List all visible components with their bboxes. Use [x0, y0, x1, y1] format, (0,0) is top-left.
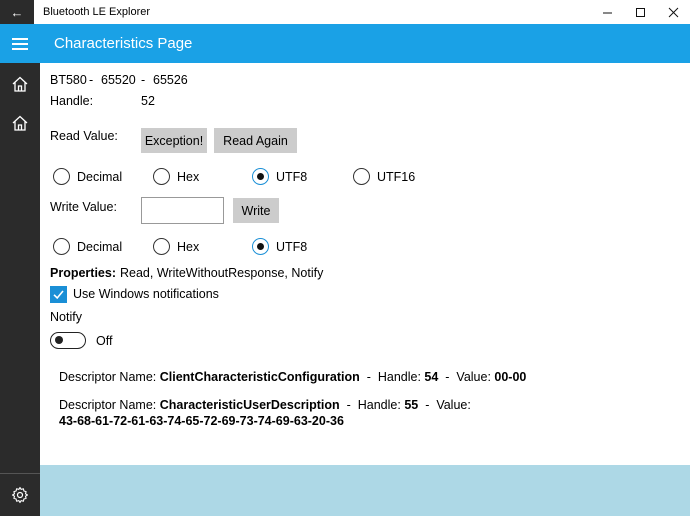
sidebar-item-home-2[interactable]	[0, 104, 40, 142]
sidebar-item-settings[interactable]	[0, 476, 40, 514]
write-button[interactable]: Write	[233, 198, 279, 223]
descriptor-handle-label: Handle:	[357, 398, 401, 412]
hamburger-icon	[12, 37, 28, 40]
sidebar-item-home[interactable]	[0, 65, 40, 103]
read-format-utf8-radio[interactable]: UTF8	[252, 168, 307, 185]
home-icon	[12, 76, 28, 92]
descriptor-handle-label: Handle:	[377, 370, 421, 384]
descriptor-row: Descriptor Name: ClientCharacteristicCon…	[59, 370, 526, 384]
descriptor-value-label: Value:	[436, 398, 471, 412]
radio-circle	[153, 168, 170, 185]
hamburger-icon-line	[12, 47, 28, 50]
properties-label: Properties:	[50, 266, 116, 280]
radio-label: Decimal	[77, 169, 123, 184]
checkmark-icon	[53, 290, 64, 300]
bottom-command-bar	[40, 465, 690, 516]
back-button[interactable]: ←	[0, 0, 34, 24]
radio-circle	[353, 168, 370, 185]
write-format-hex-radio[interactable]: Hex	[153, 238, 199, 255]
service-id: 65520	[101, 73, 136, 87]
radio-label: Decimal	[77, 239, 123, 254]
close-button[interactable]	[656, 0, 690, 24]
descriptor-value: 00-00	[494, 370, 527, 384]
window-title: Bluetooth LE Explorer	[43, 6, 151, 18]
read-again-button[interactable]: Read Again	[214, 128, 297, 153]
descriptor-name-label: Descriptor Name:	[59, 398, 157, 412]
handle-label: Handle:	[50, 94, 94, 108]
read-value-label: Read Value:	[50, 129, 118, 143]
descriptor-value-label: Value:	[456, 370, 491, 384]
use-windows-notifications-checkbox[interactable]	[50, 286, 67, 303]
notify-toggle-state: Off	[96, 334, 113, 348]
back-arrow-icon: ←	[10, 4, 24, 20]
maximize-button[interactable]	[623, 0, 657, 24]
write-value-input[interactable]	[141, 197, 224, 224]
minimize-button[interactable]	[590, 0, 624, 24]
descriptor-value: 43-68-61-72-61-63-74-65-72-69-73-74-69-6…	[59, 414, 344, 428]
minimize-icon	[602, 12, 612, 13]
title-bar: ← Bluetooth LE Explorer	[0, 0, 690, 24]
hamburger-icon-line	[12, 42, 28, 45]
separator: -	[445, 370, 450, 384]
close-icon	[668, 7, 678, 17]
radio-label: Hex	[177, 239, 200, 254]
descriptor-name: ClientCharacteristicConfiguration	[159, 370, 360, 384]
radio-circle	[252, 238, 269, 255]
radio-circle	[153, 238, 170, 255]
radio-circle	[53, 238, 70, 255]
descriptor-name: CharacteristicUserDescription	[159, 398, 340, 412]
hamburger-menu-button[interactable]	[0, 24, 40, 63]
descriptor-handle: 55	[404, 398, 419, 412]
write-format-decimal-radio[interactable]: Decimal	[53, 238, 122, 255]
radio-circle	[53, 168, 70, 185]
read-format-utf16-radio[interactable]: UTF16	[353, 168, 415, 185]
separator: -	[366, 370, 371, 384]
separator: -	[425, 398, 430, 412]
read-value-button[interactable]: Exception!	[141, 128, 207, 153]
radio-circle	[252, 168, 269, 185]
gear-icon	[11, 486, 29, 504]
sidebar-divider	[0, 473, 40, 474]
descriptor-name-label: Descriptor Name:	[59, 370, 157, 384]
read-format-hex-radio[interactable]: Hex	[153, 168, 199, 185]
home-icon	[12, 115, 28, 131]
maximize-icon	[635, 7, 645, 17]
separator: -	[346, 398, 351, 412]
radio-label: Hex	[177, 169, 200, 184]
radio-label: UTF8	[276, 239, 308, 254]
separator: -	[89, 73, 94, 87]
use-windows-notifications-label: Use Windows notifications	[73, 287, 219, 301]
properties-value: Read, WriteWithoutResponse, Notify	[120, 266, 324, 280]
radio-label: UTF8	[276, 169, 308, 184]
write-format-utf8-radio[interactable]: UTF8	[252, 238, 307, 255]
characteristic-name: BT580	[50, 73, 87, 87]
page-title: Characteristics Page	[54, 35, 193, 52]
toggle-knob	[55, 336, 63, 344]
handle-value: 52	[141, 94, 155, 108]
descriptor-handle: 54	[424, 370, 439, 384]
characteristic-id: 65526	[153, 73, 188, 87]
notify-toggle[interactable]	[50, 332, 86, 349]
read-format-decimal-radio[interactable]: Decimal	[53, 168, 122, 185]
notify-label: Notify	[50, 310, 82, 324]
sidebar	[0, 63, 40, 516]
descriptor-row: Descriptor Name: CharacteristicUserDescr…	[59, 398, 471, 412]
radio-label: UTF16	[377, 169, 416, 184]
separator: -	[141, 73, 146, 87]
app-bar: Characteristics Page	[0, 24, 690, 63]
write-value-label: Write Value:	[50, 200, 117, 214]
